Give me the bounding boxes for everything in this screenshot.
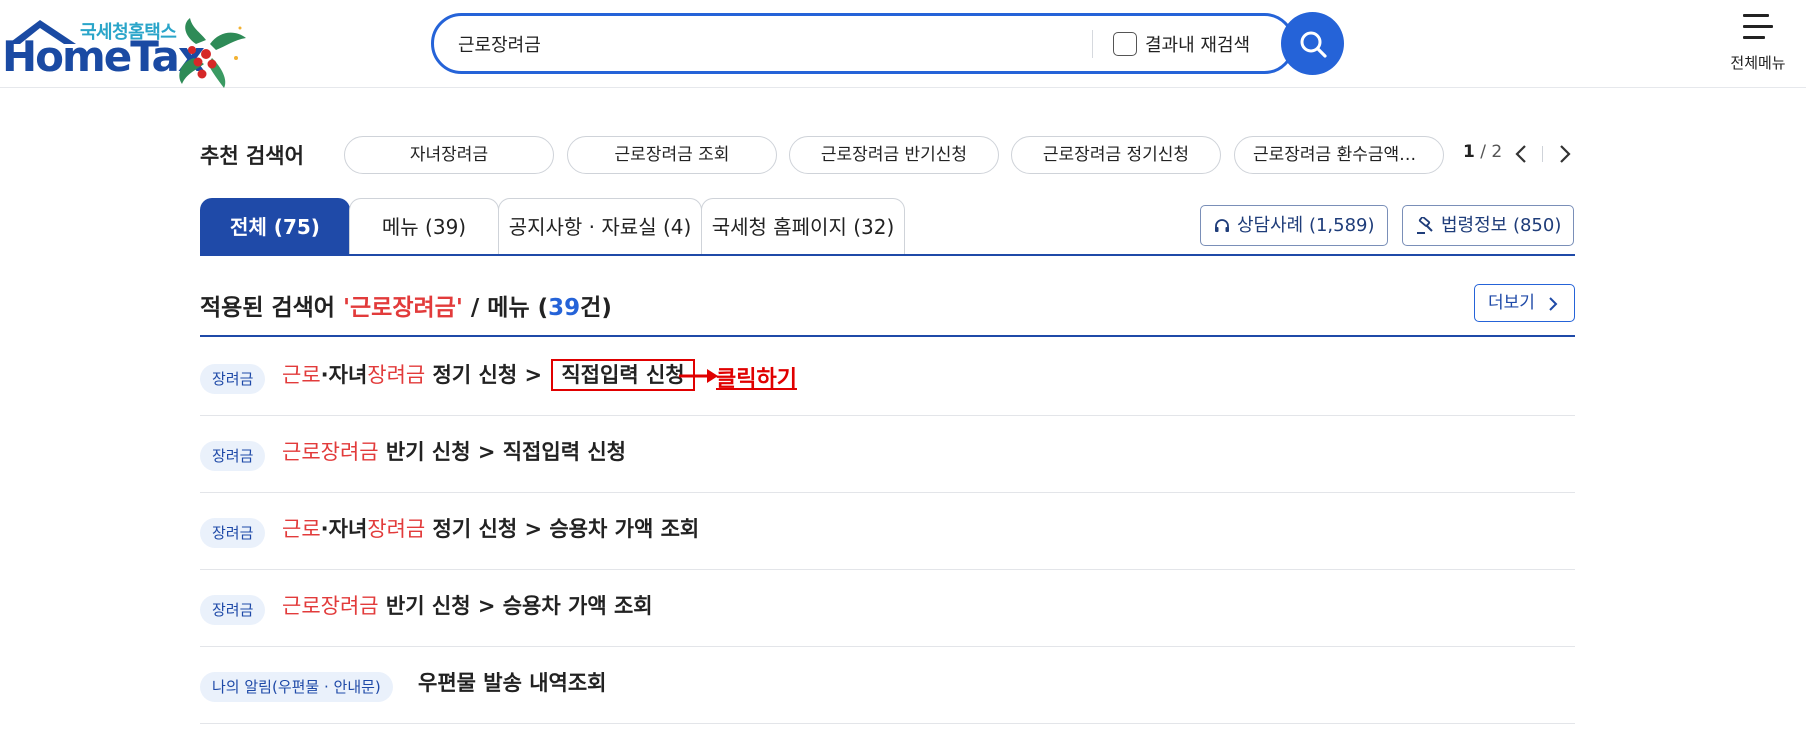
result-row[interactable]: 나의 알림(우편물 · 안내문) 우편물 발송 내역조회 (200, 647, 1575, 724)
search-icon (1300, 31, 1327, 58)
result-text: 정기 신청 > 승용차 가액 조회 (425, 517, 700, 541)
search-box: 결과내 재검색 (431, 13, 1295, 74)
pager-divider (1542, 146, 1543, 162)
consult-cases-button[interactable]: 상담사례 (1,589) (1200, 205, 1388, 246)
tab-all[interactable]: 전체 (75) (200, 198, 350, 255)
pager-separator: / (1480, 142, 1486, 162)
pager-prev-button[interactable] (1511, 142, 1533, 166)
search-input[interactable] (458, 28, 1078, 60)
keyword-highlight: 근로장려금 (282, 594, 379, 618)
more-button[interactable]: 더보기 (1474, 284, 1575, 322)
recommended-chip[interactable]: 근로장려금 환수금액조회 (1234, 136, 1444, 174)
result-divider (200, 335, 1575, 337)
result-row[interactable]: 장려금 근로·자녀장려금 정기 신청 > 승용차 가액 조회 (200, 493, 1575, 570)
result-link[interactable]: 근로장려금 반기 신청 > 직접입력 신청 (282, 436, 626, 468)
category-badge: 장려금 (200, 518, 266, 548)
recommended-chip[interactable]: 자녀장려금 (344, 136, 554, 174)
chevron-left-icon (1515, 145, 1526, 163)
keyword-highlight: 장려금 (367, 517, 426, 541)
research-in-results-toggle[interactable]: 결과내 재검색 (1113, 29, 1250, 59)
recommended-chip[interactable]: 근로장려금 조회 (567, 136, 777, 174)
category-badge: 장려금 (200, 595, 266, 625)
result-link[interactable]: 근로·자녀장려금 정기 신청 > 승용차 가액 조회 (282, 513, 699, 545)
result-heading-prefix: 적용된 검색어 (200, 295, 343, 321)
research-checkbox[interactable] (1113, 32, 1137, 56)
recommended-title: 추천 검색어 (200, 144, 304, 168)
law-info-button[interactable]: 법령정보 (850) (1402, 205, 1575, 246)
pager-total: 2 (1491, 142, 1503, 162)
search-divider (1092, 30, 1093, 58)
keyword-highlight: 장려금 (367, 363, 426, 387)
result-text: 정기 신청 > (425, 363, 550, 387)
result-link[interactable]: 근로장려금 반기 신청 > 승용차 가액 조회 (282, 590, 653, 622)
result-heading-middle: / 메뉴 ( (462, 295, 549, 321)
consult-cases-label: 상담사례 (1,589) (1237, 215, 1375, 236)
applied-keyword: '근로장려금' (342, 295, 463, 321)
all-menu-label: 전체메뉴 (1730, 54, 1786, 72)
pager-current: 1 (1463, 142, 1475, 162)
all-menu-button[interactable]: 전체메뉴 (1718, 12, 1798, 78)
result-count: 39 (548, 295, 581, 321)
chevron-right-icon (1560, 145, 1571, 163)
tab-menu[interactable]: 메뉴 (39) (349, 198, 499, 255)
search-button[interactable] (1281, 12, 1344, 75)
hamburger-icon (1741, 12, 1775, 42)
hometax-logo[interactable]: 국세청홈택스 HomeTax (0, 10, 250, 88)
headset-icon (1215, 218, 1229, 232)
result-text: ·자녀 (320, 517, 368, 541)
result-row[interactable]: 장려금 근로장려금 반기 신청 > 승용차 가액 조회 (200, 570, 1575, 647)
tab-nts-homepage[interactable]: 국세청 홈페이지 (32) (701, 198, 905, 255)
result-text: 반기 신청 > 승용차 가액 조회 (378, 594, 653, 618)
result-row[interactable]: 장려금 근로·자녀장려금 정기 신청 > 직접입력 신청 (200, 339, 1575, 416)
tab-notices[interactable]: 공지사항 · 자료실 (4) (498, 198, 702, 255)
result-heading-suffix: 건) (580, 295, 612, 321)
category-badge: 장려금 (200, 441, 266, 471)
header: 국세청홈택스 HomeTax 결과내 재검색 (0, 0, 1806, 88)
more-label: 더보기 (1488, 293, 1535, 313)
logo-wordmark: HomeTax (2, 32, 205, 81)
recommended-chip[interactable]: 근로장려금 반기신청 (789, 136, 999, 174)
result-link[interactable]: 근로·자녀장려금 정기 신청 > 직접입력 신청 (282, 359, 695, 391)
category-badge: 장려금 (200, 364, 266, 394)
result-row[interactable]: 장려금 근로장려금 반기 신청 > 직접입력 신청 (200, 416, 1575, 493)
click-annotation: 클릭하기 (716, 367, 797, 392)
result-heading: 적용된 검색어 '근로장려금' / 메뉴 (39건) (200, 288, 612, 322)
gavel-icon (1417, 216, 1433, 234)
category-badge: 나의 알림(우편물 · 안내문) (200, 672, 393, 702)
law-info-label: 법령정보 (850) (1441, 215, 1562, 236)
tab-underline (200, 254, 1575, 256)
pager-next-button[interactable] (1553, 142, 1575, 166)
holly-decoration-icon (179, 18, 246, 88)
result-text: ·자녀 (320, 363, 368, 387)
keyword-highlight: 근로장려금 (282, 440, 379, 464)
recommended-chip[interactable]: 근로장려금 정기신청 (1011, 136, 1221, 174)
chevron-right-icon (1549, 297, 1558, 311)
result-link[interactable]: 우편물 발송 내역조회 (418, 667, 607, 699)
research-label: 결과내 재검색 (1145, 35, 1251, 56)
result-text: 우편물 발송 내역조회 (418, 671, 607, 695)
recommended-pager: 1 / 2 (1463, 142, 1502, 162)
direct-input-apply-link[interactable]: 직접입력 신청 (551, 359, 695, 391)
result-text: 반기 신청 > 직접입력 신청 (378, 440, 626, 464)
red-arrow-icon (679, 369, 718, 383)
keyword-highlight: 근로 (282, 363, 321, 387)
keyword-highlight: 근로 (282, 517, 321, 541)
